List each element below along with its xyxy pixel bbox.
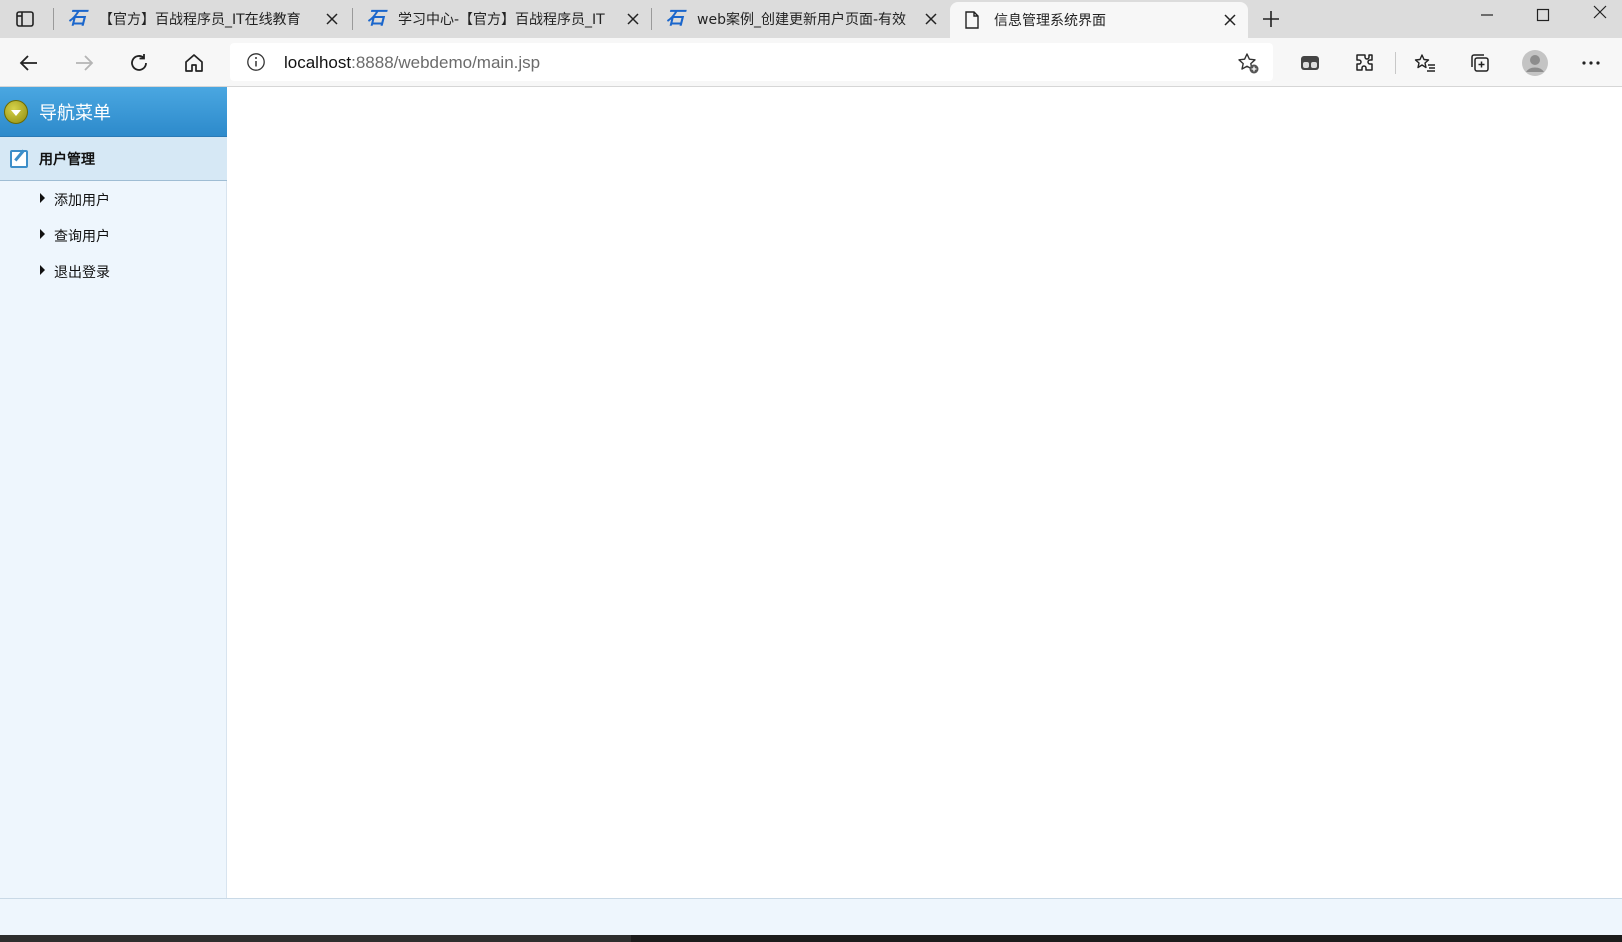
favorites-icon <box>1414 54 1435 72</box>
menu-group-user-management[interactable]: 用户管理 <box>0 137 227 181</box>
profile-button[interactable] <box>1520 48 1550 78</box>
tab-actions-icon <box>16 11 34 27</box>
tab-separator <box>651 8 652 30</box>
refresh-icon <box>131 54 147 71</box>
close-icon <box>326 13 338 25</box>
main-content-area <box>228 87 1622 898</box>
minimize-icon <box>1481 14 1493 16</box>
tab-title: web案例_创建更新用户页面-有效 <box>697 12 907 28</box>
url-text[interactable]: localhost:8888/webdemo/main.jsp <box>284 53 540 73</box>
menu-item-query-user[interactable]: 查询用户 <box>0 217 227 253</box>
toolbar-separator <box>1395 52 1396 74</box>
menu-item-label[interactable]: 查询用户 <box>54 226 110 246</box>
favorites-button[interactable] <box>1410 48 1440 78</box>
extensions-button[interactable] <box>1350 48 1380 78</box>
menu-item-label[interactable]: 添加用户 <box>54 190 110 210</box>
page-icon <box>962 10 982 30</box>
caret-right-icon <box>40 265 45 275</box>
reader-extension-icon <box>1301 56 1319 70</box>
close-icon <box>925 13 937 25</box>
browser-toolbar: localhost:8888/webdemo/main.jsp <box>0 38 1622 87</box>
tab-separator <box>352 8 353 30</box>
collections-button[interactable] <box>1465 48 1495 78</box>
page-content: 导航菜单 用户管理 添加用户 查询用户 退出登录 <box>0 87 1622 942</box>
maximize-button[interactable] <box>1528 0 1558 30</box>
menu-item-label[interactable]: 退出登录 <box>54 262 110 282</box>
menu-group-label: 用户管理 <box>39 152 95 168</box>
info-icon[interactable] <box>246 52 266 72</box>
taskbar <box>0 935 1622 942</box>
tab-title: 学习中心-【官方】百战程序员_IT <box>398 12 605 28</box>
address-bar[interactable]: localhost:8888/webdemo/main.jsp <box>230 43 1273 81</box>
add-favorite-button[interactable] <box>1236 51 1260 75</box>
tab-title: 【官方】百战程序员_IT在线教育 <box>99 12 301 28</box>
plus-icon <box>1263 11 1279 27</box>
page-footer <box>0 898 1622 935</box>
browser-tab[interactable]: 石 web案例_创建更新用户页面-有效 <box>653 0 949 38</box>
sidebar-header[interactable]: 导航菜单 <box>0 87 227 137</box>
sidebar: 导航菜单 用户管理 添加用户 查询用户 退出登录 <box>0 87 227 898</box>
home-icon <box>185 54 203 72</box>
taskbar-segment <box>631 935 1622 942</box>
refresh-button[interactable] <box>124 48 154 78</box>
maximize-icon <box>1536 8 1550 22</box>
puzzle-icon <box>1356 54 1373 71</box>
bz-logo-icon: 石 <box>367 8 385 29</box>
close-icon <box>1593 5 1607 19</box>
caret-right-icon <box>40 229 45 239</box>
tab-close-button[interactable] <box>322 9 342 29</box>
tab-close-button[interactable] <box>623 9 643 29</box>
arrow-left-icon <box>19 55 37 71</box>
tab-title: 信息管理系统界面 <box>994 13 1106 29</box>
arrow-right-icon <box>76 55 94 71</box>
collections-icon <box>1471 54 1489 72</box>
window-close-button[interactable] <box>1585 0 1615 27</box>
collapse-toggle-icon[interactable] <box>4 100 28 124</box>
new-tab-button[interactable] <box>1256 4 1286 34</box>
tab-close-button[interactable] <box>1220 10 1240 30</box>
extension-button[interactable] <box>1295 48 1325 78</box>
close-icon <box>1224 14 1236 26</box>
avatar-icon <box>1522 50 1548 76</box>
tab-strip: 石 【官方】百战程序员_IT在线教育 石 学习中心-【官方】百战程序员_IT 石… <box>0 0 1622 38</box>
menu-item-logout[interactable]: 退出登录 <box>0 253 227 289</box>
edit-icon <box>10 150 28 168</box>
bz-logo-icon: 石 <box>666 8 684 29</box>
sidebar-title: 导航菜单 <box>39 103 111 124</box>
more-icon <box>1582 61 1600 65</box>
browser-tab[interactable]: 石 学习中心-【官方】百战程序员_IT <box>354 0 651 38</box>
minimize-button[interactable] <box>1472 0 1502 30</box>
caret-right-icon <box>40 193 45 203</box>
forward-button[interactable] <box>69 48 99 78</box>
browser-tab-active[interactable]: 信息管理系统界面 <box>950 2 1248 38</box>
url-host: localhost <box>284 53 352 72</box>
home-button[interactable] <box>179 48 209 78</box>
close-icon <box>627 13 639 25</box>
bz-logo-icon: 石 <box>68 8 86 29</box>
tab-actions-button[interactable] <box>10 4 40 34</box>
tab-close-button[interactable] <box>921 9 941 29</box>
star-plus-icon <box>1238 53 1259 74</box>
menu-item-add-user[interactable]: 添加用户 <box>0 181 227 217</box>
back-button[interactable] <box>14 48 44 78</box>
settings-menu-button[interactable] <box>1576 48 1606 78</box>
browser-tab[interactable]: 石 【官方】百战程序员_IT在线教育 <box>55 0 350 38</box>
tab-separator <box>53 8 54 30</box>
url-path: :8888/webdemo/main.jsp <box>351 53 541 72</box>
